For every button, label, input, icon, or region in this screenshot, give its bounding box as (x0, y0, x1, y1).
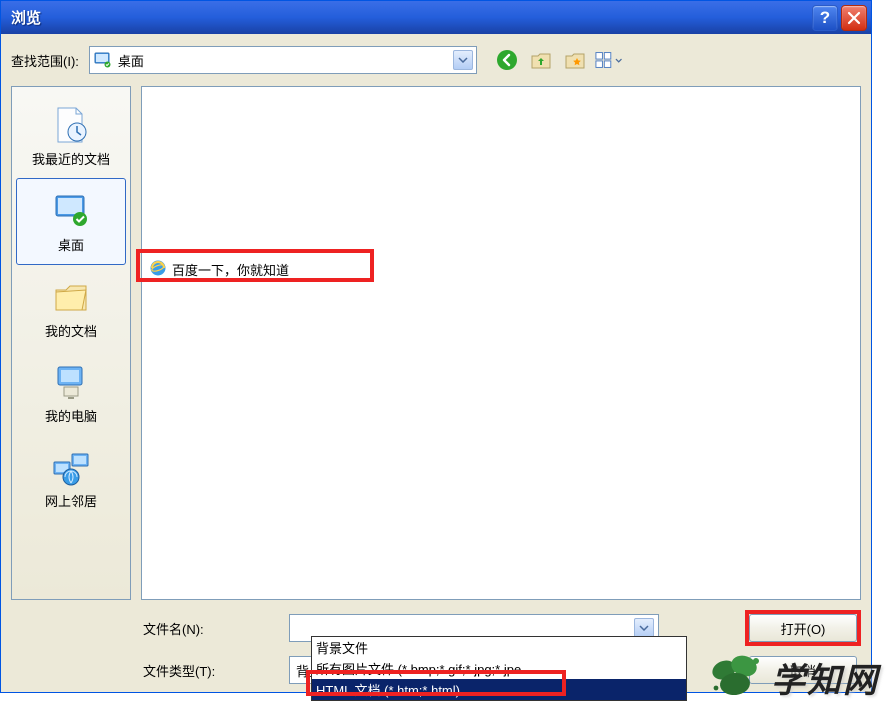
place-network[interactable]: 网上邻居 (16, 435, 126, 520)
mycomputer-icon (20, 360, 122, 404)
watermark-logo-icon (708, 652, 763, 703)
back-button[interactable] (493, 47, 521, 73)
file-item-name: 百度一下，你就知道 (172, 260, 289, 279)
new-folder-button[interactable] (561, 47, 589, 73)
annotation-highlight-open: 打开(O) (745, 610, 861, 646)
look-in-row: 查找范围(I): 桌面 (11, 42, 861, 78)
look-in-chevron-down-icon[interactable] (453, 50, 473, 70)
place-mydocs-label: 我的文档 (20, 321, 122, 340)
file-list-pane[interactable]: 百度一下，你就知道 (141, 86, 861, 600)
filename-chevron-down-icon[interactable] (634, 618, 654, 638)
place-desktop-label: 桌面 (21, 235, 121, 254)
filetype-option[interactable]: 背景文件 (312, 637, 686, 658)
place-mycomputer[interactable]: 我的电脑 (16, 350, 126, 435)
main-area: 我最近的文档 桌面 我的文档 (11, 86, 861, 600)
place-recent[interactable]: 我最近的文档 (16, 93, 126, 178)
mydocs-icon (20, 275, 122, 319)
window-title: 浏览 (11, 7, 809, 28)
place-mycomputer-label: 我的电脑 (20, 406, 122, 425)
look-in-label: 查找范围(I): (11, 51, 79, 70)
filetype-option[interactable]: 所有图片文件 (*.bmp;*.gif;*.jpg;*.jpe... (312, 658, 686, 679)
watermark-text: 学知网 (771, 653, 879, 702)
recent-docs-icon (20, 103, 122, 147)
ie-page-icon (149, 259, 167, 280)
client-area: 查找范围(I): 桌面 (1, 34, 871, 692)
filetype-option-selected[interactable]: HTML 文档 (*.htm;*.html) (312, 679, 686, 700)
titlebar[interactable]: 浏览 ? (1, 1, 871, 34)
network-icon (20, 445, 122, 489)
file-item[interactable]: 百度一下，你就知道 (145, 257, 293, 282)
help-button[interactable]: ? (812, 5, 838, 31)
desktop-place-icon (21, 189, 121, 233)
place-network-label: 网上邻居 (20, 491, 122, 510)
place-recent-label: 我最近的文档 (20, 149, 122, 168)
look-in-value: 桌面 (118, 51, 453, 70)
up-button[interactable] (527, 47, 555, 73)
look-in-combo[interactable]: 桌面 (89, 46, 477, 74)
close-button[interactable] (841, 5, 867, 31)
filename-label: 文件名(N): (141, 619, 289, 638)
place-desktop[interactable]: 桌面 (16, 178, 126, 265)
filetype-dropdown-list[interactable]: 背景文件 所有图片文件 (*.bmp;*.gif;*.jpg;*.jpe... … (311, 636, 687, 701)
view-menu-button[interactable] (595, 47, 623, 73)
places-bar: 我最近的文档 桌面 我的文档 (11, 86, 131, 600)
filetype-label: 文件类型(T): (141, 661, 289, 680)
file-browse-dialog: 浏览 ? 查找范围(I): 桌面 (0, 0, 872, 693)
open-button[interactable]: 打开(O) (749, 614, 857, 642)
watermark: 学知网 (708, 652, 879, 703)
desktop-icon (93, 51, 113, 69)
place-mydocs[interactable]: 我的文档 (16, 265, 126, 350)
nav-toolbar (493, 47, 623, 73)
